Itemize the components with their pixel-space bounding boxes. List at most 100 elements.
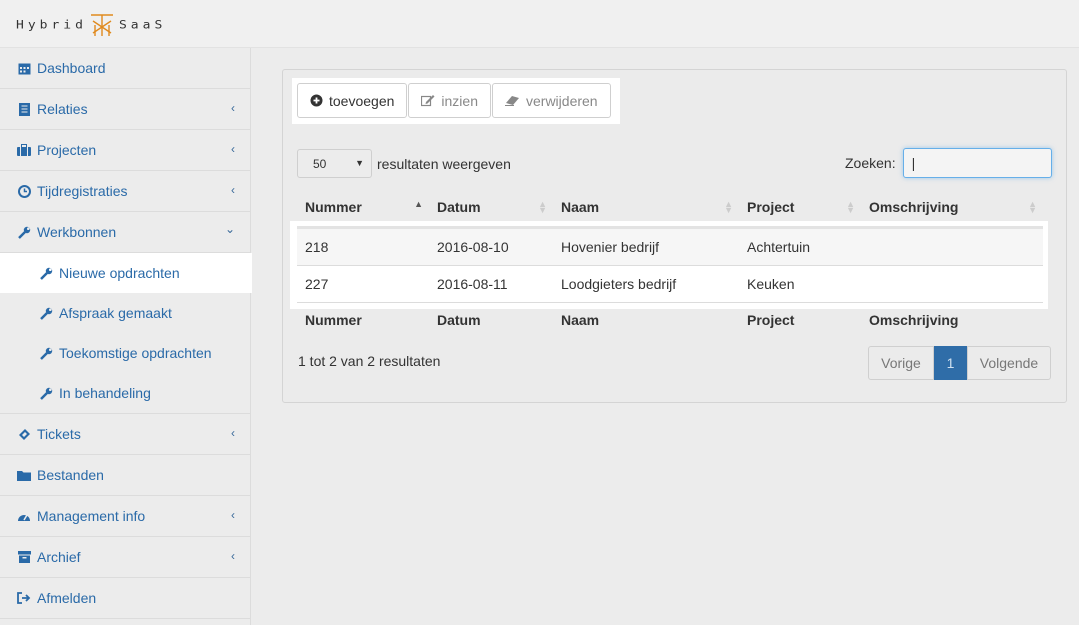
sidebar-subitem-label: Toekomstige opdrachten bbox=[59, 345, 212, 361]
column-footer-nummer: Nummer bbox=[305, 312, 362, 328]
wrench-icon bbox=[39, 346, 53, 360]
chevron-left-icon: ‹ bbox=[231, 101, 235, 115]
column-footer-project: Project bbox=[747, 312, 795, 328]
sidebar-item-archief[interactable]: Archief ‹ bbox=[0, 537, 250, 578]
column-header-project[interactable]: Project ▲ ▼ bbox=[739, 194, 861, 220]
next-page-button[interactable]: Volgende bbox=[967, 346, 1051, 380]
wrench-icon bbox=[39, 306, 53, 320]
column-header-datum[interactable]: Datum ▲ ▼ bbox=[429, 194, 553, 220]
view-button-label: inzien bbox=[441, 92, 478, 109]
sidebar-item-relaties[interactable]: Relaties ‹ bbox=[0, 89, 250, 130]
delete-button-label: verwijderen bbox=[526, 92, 598, 109]
pagination: Vorige 1 Volgende bbox=[868, 346, 1051, 380]
search-control: Zoeken: bbox=[845, 148, 1052, 178]
sidebar-subitem-label: Nieuwe opdrachten bbox=[59, 265, 180, 281]
chevron-down-icon: ⌄ bbox=[224, 222, 235, 236]
chevron-left-icon: ‹ bbox=[231, 426, 235, 440]
sidebar-item-label: Archief bbox=[37, 549, 81, 565]
sidebar-subitem-nieuwe-opdrachten[interactable]: Nieuwe opdrachten bbox=[0, 253, 252, 293]
page-length-label: resultaten weergeven bbox=[377, 155, 511, 172]
sidebar-subitem-toekomstige-opdrachten[interactable]: Toekomstige opdrachten bbox=[0, 333, 250, 373]
cell-naam: Hovenier bedrijf bbox=[561, 239, 660, 255]
sidebar-subitem-afspraak-gemaakt[interactable]: Afspraak gemaakt bbox=[0, 293, 250, 333]
plus-circle-icon bbox=[310, 94, 323, 107]
table-body: 218 2016-08-10 Hovenier bedrijf Achtertu… bbox=[290, 221, 1048, 309]
add-button-label: toevoegen bbox=[329, 92, 395, 109]
chevron-left-icon: ‹ bbox=[231, 508, 235, 522]
sidebar-item-tickets[interactable]: Tickets ‹ bbox=[0, 414, 250, 455]
archive-icon bbox=[17, 550, 31, 564]
sidebar-subitem-in-behandeling[interactable]: In behandeling bbox=[0, 373, 250, 413]
sidebar-subitem-label: In behandeling bbox=[59, 385, 151, 401]
wrench-icon bbox=[39, 266, 53, 280]
sidebar-item-label: Bestanden bbox=[37, 467, 104, 483]
sidebar-item-label: Management info bbox=[37, 508, 146, 524]
sort-icon: ▲ ▼ bbox=[538, 199, 547, 215]
sidebar: Dashboard Relaties ‹ Projecten ‹ Tijdreg… bbox=[0, 48, 252, 625]
werkbonnen-submenu: Nieuwe opdrachten Afspraak gemaakt Toeko… bbox=[0, 253, 252, 414]
table-row[interactable]: 227 2016-08-11 Loodgieters bedrijf Keuke… bbox=[297, 266, 1043, 303]
sort-icon: ▲ ▼ bbox=[846, 199, 855, 215]
ticket-icon bbox=[17, 427, 31, 441]
delete-button[interactable]: verwijderen bbox=[492, 83, 611, 118]
sidebar-item-werkbonnen[interactable]: Werkbonnen ⌄ bbox=[0, 212, 250, 253]
eraser-icon bbox=[505, 95, 520, 106]
wrench-icon bbox=[17, 225, 31, 239]
sidebar-item-management-info[interactable]: Management info ‹ bbox=[0, 496, 250, 537]
folder-icon bbox=[17, 468, 31, 482]
table-info: 1 tot 2 van 2 resultaten bbox=[298, 353, 441, 369]
table-footer: Nummer Datum Naam Project Omschrijving bbox=[297, 307, 1043, 333]
sidebar-item-label: Afmelden bbox=[37, 590, 97, 606]
page-length-control: 50 ▼ resultaten weergeven bbox=[297, 149, 511, 178]
sidebar-item-label: Tijdregistraties bbox=[37, 183, 128, 199]
sidebar-item-dashboard[interactable]: Dashboard bbox=[0, 48, 250, 89]
brand-mark-icon bbox=[90, 14, 113, 36]
cell-project: Achtertuin bbox=[747, 239, 811, 255]
brand-logo[interactable]: Hybrid SaaS bbox=[16, 12, 166, 38]
sidebar-item-label: Tickets bbox=[37, 426, 81, 442]
previous-page-button[interactable]: Vorige bbox=[868, 346, 934, 380]
caret-down-icon: ▼ bbox=[355, 158, 364, 168]
cell-datum: 2016-08-10 bbox=[437, 239, 509, 255]
cell-nummer: 218 bbox=[305, 239, 329, 255]
sidebar-subitem-label: Afspraak gemaakt bbox=[59, 305, 172, 321]
column-header-nummer[interactable]: Nummer ▲ bbox=[297, 194, 429, 220]
briefcase-icon bbox=[17, 143, 31, 157]
sidebar-item-projecten[interactable]: Projecten ‹ bbox=[0, 130, 250, 171]
sidebar-item-label: Dashboard bbox=[37, 60, 106, 76]
cell-datum: 2016-08-11 bbox=[437, 276, 508, 292]
brand-name-right: SaaS bbox=[118, 18, 167, 32]
page-1-button[interactable]: 1 bbox=[934, 346, 967, 380]
chevron-left-icon: ‹ bbox=[231, 183, 235, 197]
column-header-label: Naam bbox=[561, 199, 600, 215]
sidebar-item-label: Projecten bbox=[37, 142, 97, 158]
sidebar-item-tijdregistraties[interactable]: Tijdregistraties ‹ bbox=[0, 171, 250, 212]
calendar-icon bbox=[17, 61, 31, 75]
search-input[interactable] bbox=[902, 148, 1052, 178]
wrench-icon bbox=[39, 386, 53, 400]
sidebar-item-afmelden[interactable]: Afmelden bbox=[0, 578, 250, 619]
column-footer-datum: Datum bbox=[437, 312, 481, 328]
sidebar-item-bestanden[interactable]: Bestanden bbox=[0, 455, 250, 496]
page-length-select[interactable]: 50 ▼ bbox=[297, 149, 372, 178]
column-header-label: Nummer bbox=[305, 199, 362, 215]
sidebar-item-label: Relaties bbox=[37, 101, 88, 117]
clock-icon bbox=[17, 184, 31, 198]
column-header-label: Datum bbox=[437, 199, 481, 215]
sign-out-icon bbox=[17, 591, 31, 605]
column-footer-omschrijving: Omschrijving bbox=[869, 312, 959, 328]
add-button[interactable]: toevoegen bbox=[297, 83, 408, 118]
chevron-left-icon: ‹ bbox=[231, 549, 235, 563]
sort-icon: ▲ ▼ bbox=[1028, 199, 1037, 215]
column-header-naam[interactable]: Naam ▲ ▼ bbox=[553, 194, 739, 220]
sort-asc-icon: ▲ bbox=[414, 199, 423, 209]
column-header-label: Project bbox=[747, 199, 795, 215]
cell-project: Keuken bbox=[747, 276, 795, 292]
table-row[interactable]: 218 2016-08-10 Hovenier bedrijf Achtertu… bbox=[297, 229, 1043, 266]
view-button[interactable]: inzien bbox=[408, 83, 491, 118]
chevron-left-icon: ‹ bbox=[231, 142, 235, 156]
column-header-omschrijving[interactable]: Omschrijving ▲ ▼ bbox=[861, 194, 1043, 220]
edit-icon bbox=[421, 94, 435, 107]
cell-naam: Loodgieters bedrijf bbox=[561, 276, 677, 292]
sort-icon: ▲ ▼ bbox=[724, 199, 733, 215]
